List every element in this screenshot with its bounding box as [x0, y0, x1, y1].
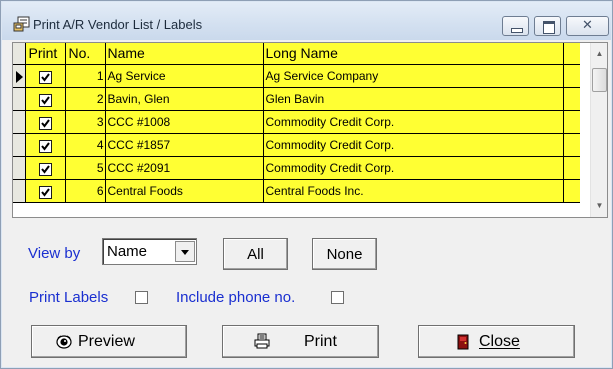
view-by-label: View by [28, 245, 81, 262]
select-none-button[interactable]: None [312, 238, 377, 270]
row-filler [563, 179, 580, 203]
row-filler [563, 110, 580, 134]
cell-name[interactable]: CCC #1008 [105, 110, 264, 134]
include-phone-label: Include phone no. [176, 289, 296, 306]
scroll-thumb[interactable] [592, 68, 607, 92]
print-checkbox-cell[interactable] [25, 64, 66, 88]
table-row[interactable]: 2 Bavin, Glen Glen Bavin [13, 87, 580, 111]
cell-no: 5 [65, 156, 106, 180]
cell-long-name[interactable]: Glen Bavin [263, 87, 564, 111]
col-header-no[interactable]: No. [65, 43, 106, 65]
maximize-button[interactable] [534, 16, 561, 36]
cell-long-name[interactable]: Commodity Credit Corp. [263, 156, 564, 180]
print-checkbox[interactable] [38, 93, 52, 107]
preview-button[interactable]: Preview [31, 325, 187, 358]
current-row-icon [16, 70, 23, 83]
cell-name[interactable]: CCC #1857 [105, 133, 264, 157]
include-phone-checkbox[interactable] [331, 291, 344, 304]
row-indicator[interactable] [13, 64, 26, 88]
title-bar[interactable]: Print A/R Vendor List / Labels ✕ [2, 2, 611, 40]
print-button-label: Print [304, 333, 337, 350]
cell-no: 3 [65, 110, 106, 134]
eye-icon [56, 335, 72, 349]
cell-name[interactable]: CCC #2091 [105, 156, 264, 180]
view-by-select[interactable]: Name [102, 238, 197, 265]
close-icon: ✕ [582, 18, 593, 33]
table-row[interactable]: 4 CCC #1857 Commodity Credit Corp. [13, 133, 580, 157]
vendor-table: Print No. Name Long Name 1 Ag Service Ag S… [13, 43, 580, 203]
grid-vertical-scrollbar[interactable]: ▲ ▼ [590, 43, 607, 217]
print-checkbox[interactable] [38, 116, 52, 130]
close-window-button[interactable]: ✕ [566, 16, 609, 36]
col-header-name[interactable]: Name [105, 43, 264, 65]
print-labels-label: Print Labels [29, 289, 109, 306]
row-indicator-header [13, 43, 26, 65]
table-row[interactable]: 1 Ag Service Ag Service Company [13, 64, 580, 88]
col-header-long-name[interactable]: Long Name [263, 43, 564, 65]
chevron-down-icon[interactable] [175, 241, 195, 262]
table-row[interactable]: 5 CCC #2091 Commodity Credit Corp. [13, 156, 580, 180]
close-button[interactable]: Close [418, 325, 575, 358]
print-checkbox-cell[interactable] [25, 133, 66, 157]
print-checkbox[interactable] [38, 139, 52, 153]
cell-no: 2 [65, 87, 106, 111]
table-row[interactable]: 6 Central Foods Central Foods Inc. [13, 179, 580, 203]
print-checkbox-cell[interactable] [25, 156, 66, 180]
window-title: Print A/R Vendor List / Labels [33, 17, 203, 32]
select-all-button[interactable]: All [223, 238, 288, 270]
print-checkbox-cell[interactable] [25, 87, 66, 111]
cell-no: 6 [65, 179, 106, 203]
row-indicator[interactable] [13, 133, 26, 157]
cell-name[interactable]: Central Foods [105, 179, 264, 203]
cell-long-name[interactable]: Commodity Credit Corp. [263, 110, 564, 134]
cell-name[interactable]: Ag Service [105, 64, 264, 88]
cell-no: 4 [65, 133, 106, 157]
cell-no: 1 [65, 64, 106, 88]
print-checkbox[interactable] [38, 70, 52, 84]
vendor-list-window: Print A/R Vendor List / Labels ✕ Print N… [0, 0, 613, 369]
vendor-grid[interactable]: Print No. Name Long Name 1 Ag Service Ag S… [12, 42, 608, 218]
cell-long-name[interactable]: Ag Service Company [263, 64, 564, 88]
print-labels-checkbox[interactable] [135, 291, 148, 304]
view-by-value: Name [107, 243, 148, 260]
print-checkbox[interactable] [38, 162, 52, 176]
printer-icon [254, 333, 270, 349]
row-filler [563, 133, 580, 157]
close-button-label: Close [479, 333, 520, 350]
row-filler [563, 87, 580, 111]
print-checkbox[interactable] [38, 185, 52, 199]
scroll-down-icon[interactable]: ▼ [595, 202, 604, 210]
print-checkbox-cell[interactable] [25, 179, 66, 203]
table-row[interactable]: 3 CCC #1008 Commodity Credit Corp. [13, 110, 580, 134]
col-header-print[interactable]: Print [25, 43, 66, 65]
row-indicator[interactable] [13, 110, 26, 134]
print-checkbox-cell[interactable] [25, 110, 66, 134]
print-button[interactable]: Print [222, 325, 379, 358]
row-filler [563, 64, 580, 88]
header-row: Print No. Name Long Name [13, 43, 580, 65]
row-indicator[interactable] [13, 179, 26, 203]
preview-button-label: Preview [78, 333, 135, 350]
report-icon [13, 16, 30, 32]
exit-door-icon [457, 334, 469, 350]
minimize-button[interactable] [502, 16, 529, 36]
row-indicator[interactable] [13, 87, 26, 111]
scroll-up-icon[interactable]: ▲ [595, 50, 604, 58]
row-indicator[interactable] [13, 156, 26, 180]
cell-long-name[interactable]: Commodity Credit Corp. [263, 133, 564, 157]
cell-name[interactable]: Bavin, Glen [105, 87, 264, 111]
header-filler [563, 43, 580, 65]
cell-long-name[interactable]: Central Foods Inc. [263, 179, 564, 203]
row-filler [563, 156, 580, 180]
